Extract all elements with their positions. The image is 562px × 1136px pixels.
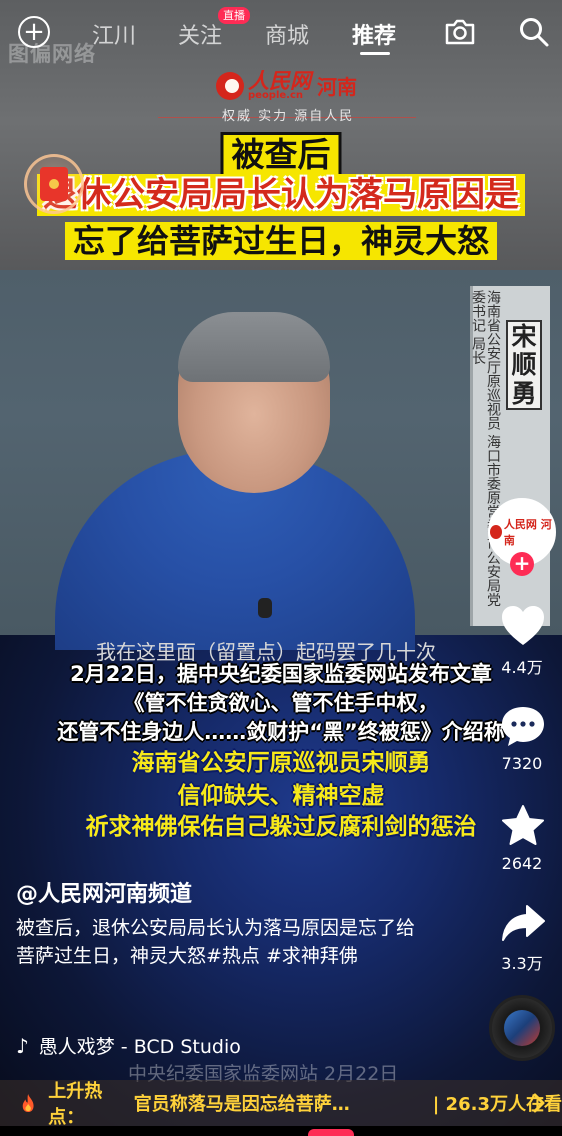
headline-line-1: 被查后 (220, 132, 342, 177)
tab-jiangchuan[interactable]: 江川 (92, 18, 136, 50)
nameplate-name: 宋 顺 勇 (506, 320, 542, 410)
nameplate-char: 顺 (511, 350, 537, 380)
tab-recommend[interactable]: 推荐 (352, 18, 396, 50)
people-cn-logo: 人民网 people.cn 河南 (216, 70, 357, 101)
bottom-tab-badge (308, 1129, 354, 1136)
video-subtitle: 我在这里面（留置点）起码罢了几十次 (96, 640, 436, 664)
avatar-logo-mark (490, 525, 502, 539)
trending-label: 上升热点： (48, 1081, 103, 1128)
nameplate-char: 宋 (511, 321, 537, 351)
share-count: 3.3万 (501, 954, 543, 973)
overlay-white-line-2: 《管不住贪欲心、管不住手中权， (123, 691, 439, 715)
post-caption[interactable]: 被查后，退休公安局局长认为落马原因是忘了给菩萨过生日，神灵大怒#热点 #求神拜佛 (16, 914, 416, 970)
chevron-right-icon[interactable] (532, 1092, 546, 1114)
like-count: 4.4万 (501, 658, 543, 677)
logo-region: 河南 (317, 75, 357, 99)
camera-icon[interactable] (444, 18, 476, 46)
logo-slogan: 权威 实力 源自人民 (222, 109, 355, 124)
logo-name: 人民网 (248, 68, 311, 93)
top-nav: + 江川 关注 直播 商城 推荐 (0, 0, 562, 66)
video-feed-screen: 图偏网络 人民网 people.cn 河南 权威 实力 源自人民 被查后 退休公… (0, 0, 562, 1136)
person-hair (178, 312, 330, 382)
red-packet-icon[interactable] (24, 154, 84, 214)
avatar-label: 人民网 河南 (503, 518, 552, 547)
music-note-icon: ♪ (16, 1033, 29, 1058)
nameplate-title: 海南省公安厅原巡视员 海口市委原常委 市公安局党委书记 局长 (470, 290, 501, 607)
headline-line-2: 退休公安局局长认为落马原因是 (37, 174, 525, 216)
favorite-count: 2642 (501, 854, 543, 873)
flame-icon (22, 1093, 34, 1113)
share-arrow-icon[interactable] (500, 902, 546, 946)
follow-button[interactable]: + (510, 552, 534, 576)
trending-bar[interactable]: 上升热点： 官员称落马是因忘给菩萨… | 26.3万人在看 (0, 1080, 562, 1128)
microphone (258, 598, 272, 618)
music-title: 愚人戏梦 - BCD Studio (38, 1036, 241, 1058)
bottom-nav-edge (0, 1126, 562, 1136)
tab-following[interactable]: 关注 (178, 18, 222, 50)
people-cn-logo-mark (216, 71, 244, 100)
headline-line-3: 忘了给菩萨过生日，神灵大怒 (64, 222, 498, 260)
favorite-star-icon[interactable] (500, 804, 546, 848)
overlay-white-line-1: 2月22日，据中央纪委国家监委网站发布文章 (70, 662, 492, 686)
trending-topic: 官员称落马是因忘给菩萨… (133, 1094, 350, 1115)
live-badge: 直播 (218, 7, 250, 25)
overlay-yellow-line-2: 信仰缺失、精神空虚 (177, 783, 385, 809)
overlay-yellow-line-3: 祈求神佛保佑自己躲过反腐利剑的惩治 (85, 814, 477, 840)
active-tab-indicator (360, 52, 390, 55)
overlay-yellow-line-1: 海南省公安厅原巡视员宋顺勇 (131, 750, 431, 776)
plus-circle-icon[interactable]: + (18, 16, 50, 48)
comment-count: 7320 (501, 754, 543, 773)
red-envelope-icon (40, 167, 68, 201)
nameplate-char: 勇 (511, 379, 537, 409)
music-cover-image (504, 1010, 540, 1046)
author-name[interactable]: @人民网河南频道 (16, 876, 192, 908)
search-icon[interactable] (518, 16, 550, 48)
music-row[interactable]: ♪ 愚人戏梦 - BCD Studio (16, 1032, 241, 1059)
logo-site: people.cn (248, 90, 304, 101)
like-heart-icon[interactable] (500, 604, 546, 648)
music-disc[interactable] (489, 995, 555, 1061)
comment-icon[interactable] (500, 704, 546, 748)
tab-mall[interactable]: 商城 (265, 18, 309, 50)
overlay-white-line-3: 还管不住身边人……敛财护“黑”终被惩》介绍称 (57, 720, 505, 744)
